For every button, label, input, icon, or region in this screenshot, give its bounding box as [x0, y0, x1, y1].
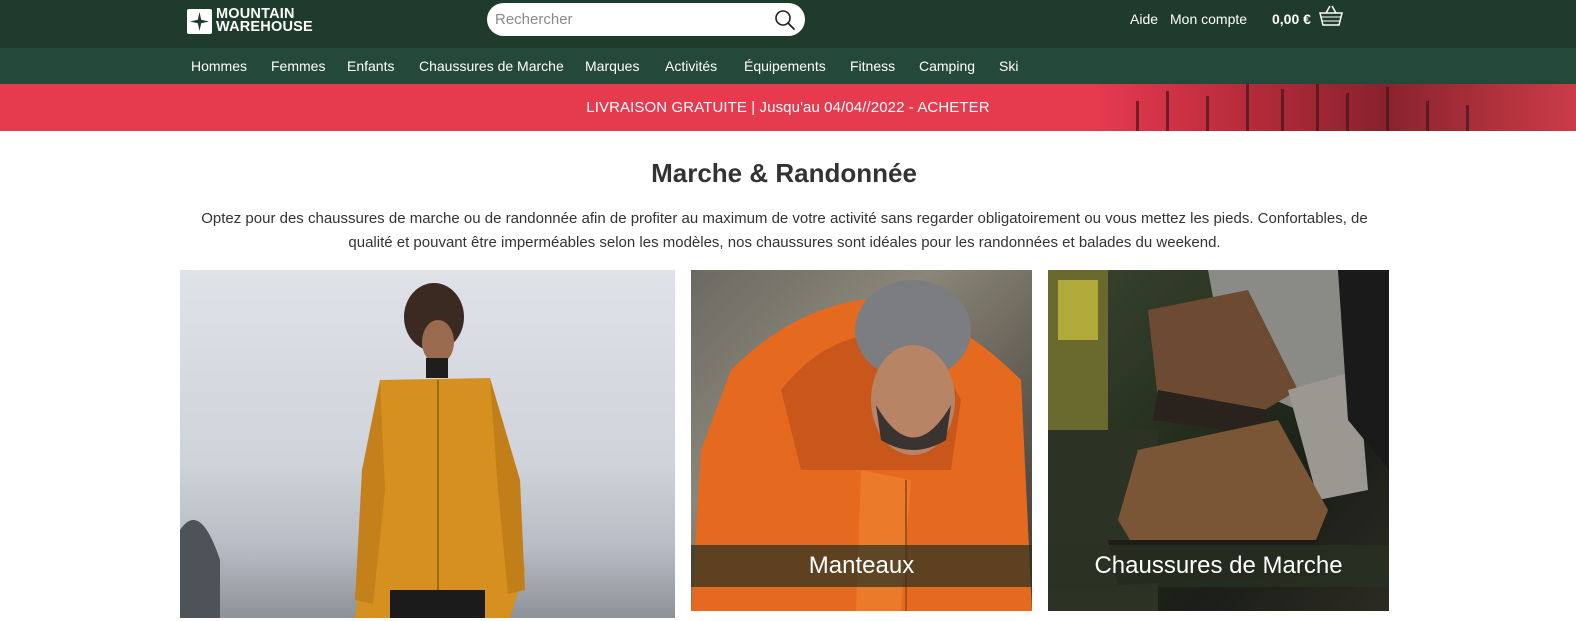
- main-nav: Hommes Femmes Enfants Chaussures de Marc…: [0, 48, 1576, 84]
- tile-chaussures-de-marche[interactable]: Chaussures de Marche: [1048, 270, 1389, 611]
- tile-caption-manteaux: Manteaux: [691, 545, 1032, 587]
- cart-total[interactable]: 0,00 €: [1272, 11, 1311, 27]
- site-logo[interactable]: MOUNTAIN WAREHOUSE: [187, 7, 313, 35]
- nav-item-enfants[interactable]: Enfants: [347, 58, 394, 74]
- nav-item-activites[interactable]: Activités: [665, 58, 717, 74]
- tile-woman-jacket[interactable]: [180, 270, 675, 618]
- search-bar: [487, 3, 805, 36]
- nav-item-chaussures-de-marche[interactable]: Chaussures de Marche: [419, 58, 564, 74]
- search-input[interactable]: [495, 7, 765, 32]
- page-title: Marche & Randonnée: [651, 158, 917, 188]
- top-header: MOUNTAIN WAREHOUSE Aide Mon compte 0,00 …: [0, 0, 1576, 48]
- promo-banner[interactable]: LIVRAISON GRATUITE | Jusqu'au 04/04//202…: [0, 84, 1576, 131]
- intro-paragraph: Optez pour des chaussures de marche ou d…: [201, 210, 1368, 251]
- nav-item-camping[interactable]: Camping: [919, 58, 975, 74]
- logo-line-2: WAREHOUSE: [216, 19, 313, 35]
- account-link[interactable]: Mon compte: [1170, 11, 1247, 27]
- mountain-logo-icon: [187, 8, 212, 34]
- nav-item-hommes[interactable]: Hommes: [191, 58, 247, 74]
- logo-wordmark: MOUNTAIN WAREHOUSE: [216, 7, 313, 35]
- search-icon[interactable]: [774, 9, 796, 36]
- help-link[interactable]: Aide: [1130, 11, 1158, 27]
- nav-item-equipements[interactable]: Équipements: [744, 58, 826, 74]
- nav-item-fitness[interactable]: Fitness: [850, 58, 895, 74]
- tile-caption-chaussures: Chaussures de Marche: [1048, 545, 1389, 587]
- nav-item-marques[interactable]: Marques: [585, 58, 639, 74]
- woman-jacket-image: [180, 283, 525, 618]
- nav-item-femmes[interactable]: Femmes: [271, 58, 325, 74]
- promo-text: LIVRAISON GRATUITE | Jusqu'au 04/04//202…: [586, 99, 990, 116]
- tile-manteaux[interactable]: Manteaux: [691, 270, 1032, 611]
- basket-icon[interactable]: [1318, 4, 1344, 33]
- nav-item-ski[interactable]: Ski: [999, 58, 1018, 74]
